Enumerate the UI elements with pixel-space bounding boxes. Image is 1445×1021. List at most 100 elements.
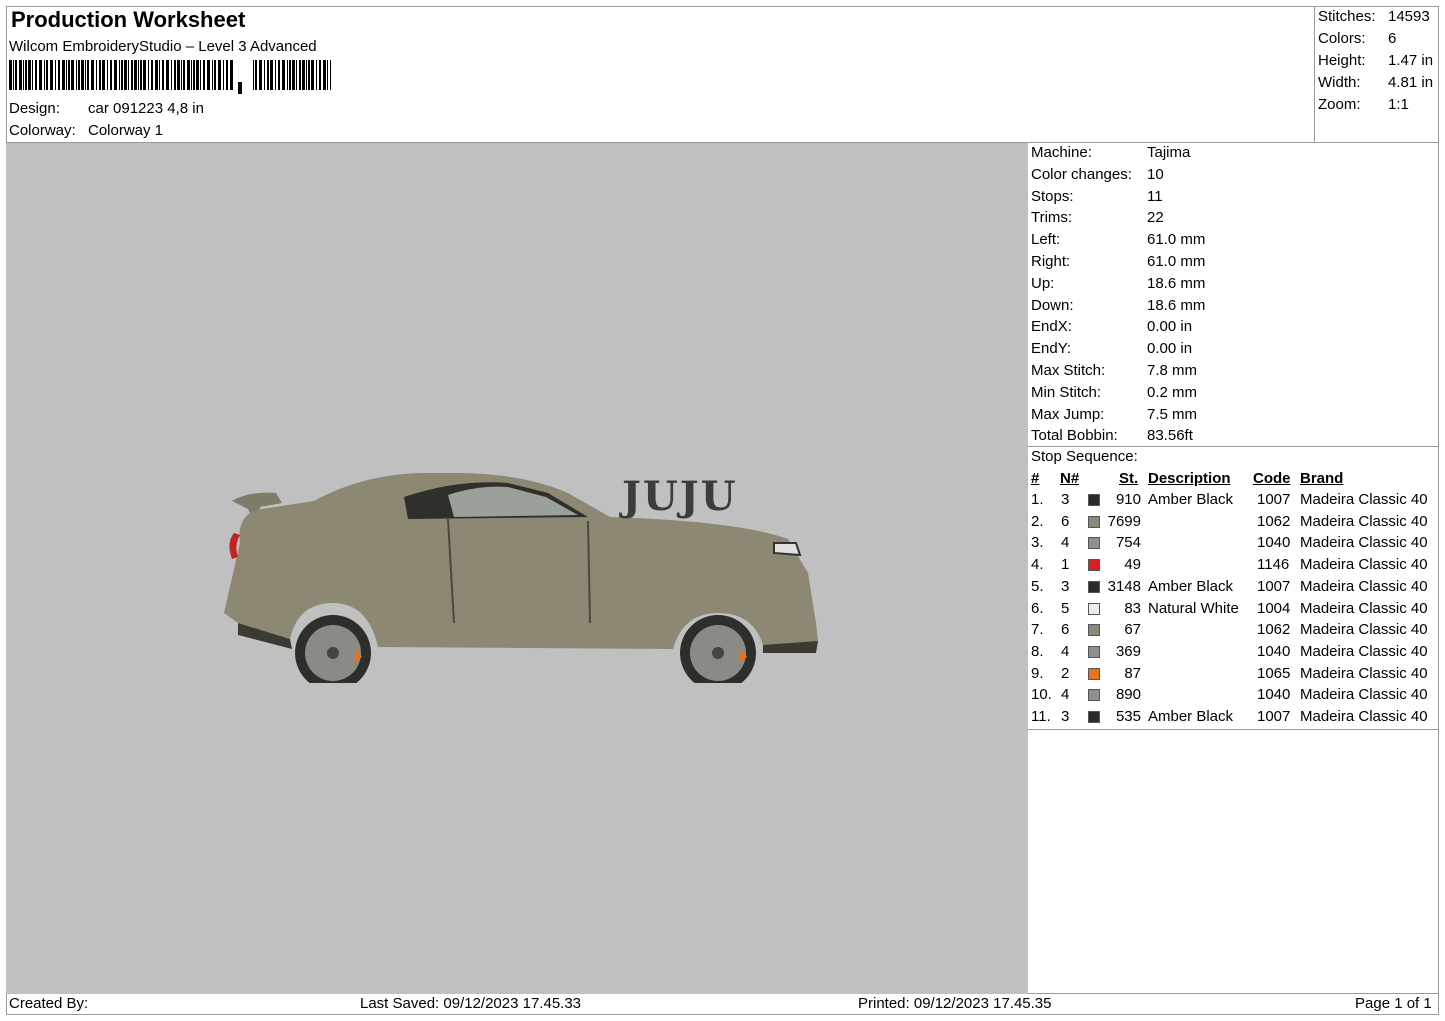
stitch-count: 910 — [1115, 491, 1141, 508]
color-swatch — [1088, 602, 1100, 615]
machine-info-label: Down: — [1031, 296, 1074, 314]
row-number: 2. — [1031, 512, 1044, 530]
summary-row: Colors: 6 — [1318, 30, 1396, 47]
machine-info-value: 7.5 mm — [1147, 405, 1198, 423]
machine-info-label: Color changes: — [1031, 165, 1132, 183]
machine-info-row: Trims: 22 — [1031, 209, 1164, 226]
stitch-count: 890 — [1115, 686, 1141, 704]
machine-info-value: 10 — [1147, 165, 1164, 183]
machine-info-value: 7.8 mm — [1147, 362, 1198, 379]
needle-number: 3 — [1061, 708, 1070, 725]
machine-info-value: 61.0 mm — [1147, 253, 1206, 270]
color-swatch — [1088, 537, 1100, 550]
machine-info-value: Tajima — [1147, 144, 1191, 161]
needle-number: 3 — [1061, 577, 1070, 595]
page-number: Page 1 of 1 — [1355, 995, 1432, 1012]
table-row: 1. 3 910 Amber Black 1007 Madeira Classic 40 — [1031, 491, 1441, 512]
thread-code: 1007 — [1257, 577, 1291, 595]
table-row: 7. 6 67 1062 Madeira Classic 40 — [1031, 621, 1441, 642]
row-number: 5. — [1031, 577, 1044, 595]
table-row: 11. 3 535 Amber Black 1007 Madeira Classic 40 — [1031, 708, 1441, 729]
thread-brand: Madeira Classic 40 — [1300, 556, 1428, 574]
machine-info-value: 11 — [1147, 187, 1163, 205]
row-number: 10. — [1031, 686, 1052, 704]
color-swatch — [1088, 711, 1100, 723]
table-row: 8. 4 369 1040 Madeira Classic 40 — [1031, 643, 1441, 664]
machine-info-row: Max Jump: 7.5 mm — [1031, 406, 1197, 423]
thread-brand: Madeira Classic 40 — [1300, 621, 1428, 639]
table-row: 4. 1 49 1146 Madeira Classic 40 — [1031, 556, 1441, 577]
machine-info-row: EndX: 0.00 in — [1031, 318, 1192, 335]
needle-number: 1 — [1061, 556, 1070, 574]
thread-brand: Madeira Classic 40 — [1300, 708, 1428, 725]
row-number: 11. — [1031, 708, 1051, 725]
thread-code: 1040 — [1257, 642, 1291, 660]
thread-code: 1146 — [1257, 556, 1290, 574]
machine-info-label: Right: — [1031, 253, 1071, 270]
col-header-st: St. — [1119, 470, 1139, 487]
machine-info-label: EndX: — [1031, 318, 1072, 336]
summary-row: Zoom: 1:1 — [1318, 96, 1409, 113]
machine-info-label: Max Stitch: — [1031, 362, 1106, 379]
stitch-count: 67 — [1124, 621, 1141, 639]
summary-row: Height: 1.47 in — [1318, 52, 1433, 69]
color-swatch — [1088, 559, 1100, 572]
juju-text: JUJU — [622, 473, 738, 520]
stitch-count: 535 — [1115, 708, 1141, 725]
needle-number: 6 — [1061, 512, 1070, 530]
machine-info-row: Total Bobbin: 83.56ft — [1031, 427, 1193, 444]
summary-value: 1:1 — [1388, 96, 1409, 113]
summary-row: Stitches: 14593 — [1318, 8, 1430, 25]
summary-value: 6 — [1388, 30, 1397, 47]
machine-info-value: 0.00 in — [1147, 318, 1193, 336]
table-row: 6. 5 83 Natural White 1004 Madeira Classic 40 — [1031, 600, 1441, 621]
thread-brand: Madeira Classic 40 — [1300, 664, 1428, 682]
software-name: Wilcom EmbroideryStudio – Level 3 Advanc… — [9, 38, 317, 55]
summary-label: Stitches: — [1318, 8, 1376, 25]
design-value: car 091223 4,8 in — [88, 100, 204, 117]
machine-info-label: Up: — [1031, 274, 1055, 292]
table-row: 3. 4 754 1040 Madeira Classic 40 — [1031, 534, 1441, 555]
color-swatch — [1088, 667, 1100, 680]
machine-info-label: Max Jump: — [1031, 405, 1105, 423]
stitch-count: 83 — [1124, 599, 1141, 617]
footer-panel — [6, 993, 1439, 1015]
summary-value: 4.81 in — [1388, 74, 1434, 91]
last-saved: Last Saved: 09/12/2023 17.45.33 — [360, 995, 582, 1012]
row-number: 6. — [1031, 599, 1044, 617]
stitch-count: 49 — [1124, 556, 1141, 574]
thread-description: Amber Black — [1148, 577, 1234, 595]
table-row: 2. 6 7699 1062 Madeira Classic 40 — [1031, 513, 1441, 534]
stop-sequence-title: Stop Sequence: — [1031, 448, 1138, 465]
machine-info-value: 0.2 mm — [1147, 383, 1198, 401]
thread-brand: Madeira Classic 40 — [1300, 577, 1428, 595]
page-title: Production Worksheet — [11, 7, 246, 32]
printed: Printed: 09/12/2023 17.45.35 — [858, 995, 1052, 1012]
empty-panel — [1027, 729, 1439, 994]
needle-number: 4 — [1061, 642, 1070, 660]
row-number: 7. — [1031, 621, 1044, 639]
summary-label: Zoom: — [1318, 96, 1361, 113]
car-embroidery-image — [224, 473, 818, 683]
thread-description: Amber Black — [1148, 491, 1234, 508]
machine-info-value: 83.56ft — [1147, 427, 1193, 445]
summary-label: Colors: — [1318, 30, 1366, 47]
machine-info-row: Left: 61.0 mm — [1031, 231, 1205, 248]
needle-number: 5 — [1061, 599, 1070, 617]
machine-info-value: 18.6 mm — [1147, 296, 1206, 314]
thread-brand: Madeira Classic 40 — [1300, 642, 1428, 660]
col-header-description: Description — [1148, 470, 1231, 487]
row-number: 8. — [1031, 642, 1044, 660]
machine-info-label: Min Stitch: — [1031, 383, 1102, 401]
col-header-brand: Brand — [1300, 470, 1344, 487]
needle-number: 4 — [1061, 534, 1070, 552]
stitch-count: 7699 — [1107, 512, 1141, 530]
machine-info-row: Stops: 11 — [1031, 188, 1163, 205]
machine-info-label: Left: — [1031, 231, 1061, 249]
machine-info-row: Color changes: 10 — [1031, 166, 1164, 183]
thread-code: 1040 — [1257, 686, 1291, 704]
color-swatch — [1088, 689, 1100, 702]
thread-code: 1062 — [1257, 512, 1291, 530]
barcode-image — [9, 60, 331, 94]
row-number: 1. — [1031, 491, 1044, 508]
